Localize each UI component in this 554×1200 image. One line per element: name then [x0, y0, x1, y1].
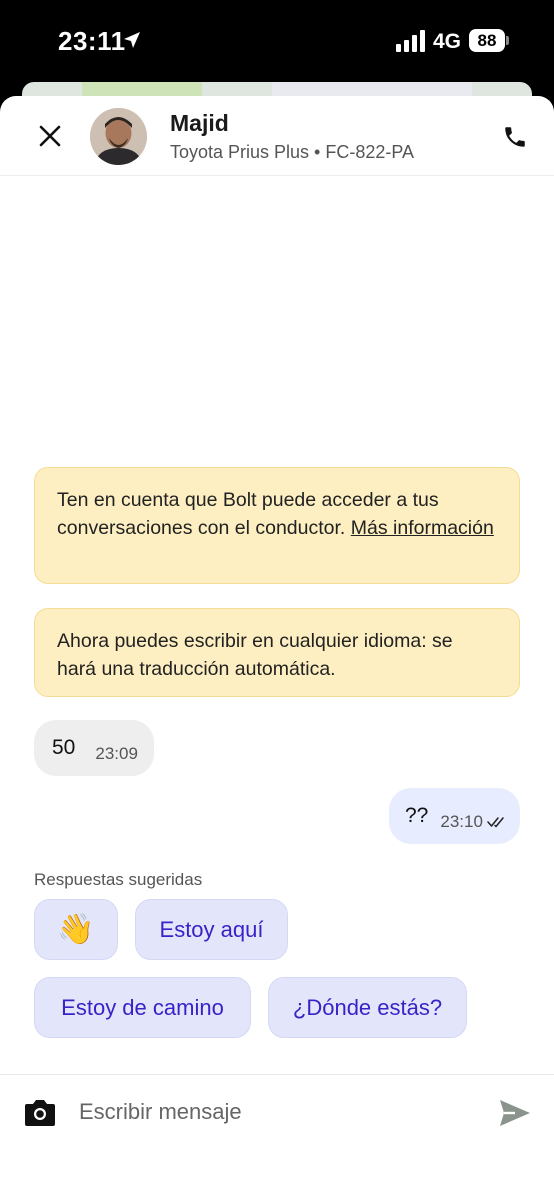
message-text: 50	[52, 736, 76, 759]
driver-name: Majid	[170, 110, 229, 136]
battery-tip	[506, 36, 509, 45]
message-time: 23:10	[440, 812, 483, 831]
chat-sheet: Majid Toyota Prius Plus • FC-822-PA Ten …	[0, 96, 554, 1200]
avatar	[90, 108, 147, 165]
message-text: ??	[405, 804, 429, 827]
message-time: 23:09	[95, 744, 138, 763]
incoming-message: 50 23:09	[34, 720, 154, 776]
privacy-notice: Ten en cuenta que Bolt puede acceder a t…	[34, 467, 520, 584]
send-icon[interactable]	[498, 1097, 532, 1129]
vehicle-info: Toyota Prius Plus • FC-822-PA	[170, 142, 415, 162]
double-check-icon	[487, 817, 504, 828]
phone-icon	[505, 127, 525, 147]
status-time: 23:11	[58, 26, 126, 56]
more-info-link[interactable]: Más información	[351, 517, 494, 539]
suggested-replies-label: Respuestas sugeridas	[34, 870, 203, 889]
camera-icon[interactable]	[24, 1097, 56, 1127]
translation-notice: Ahora puedes escribir en cualquier idiom…	[34, 608, 520, 697]
translation-notice-text: Ahora puedes escribir en cualquier idiom…	[57, 630, 453, 680]
status-bar: 23:11 4G 88	[0, 0, 554, 84]
suggestion-where-are-you[interactable]: ¿Dónde estás?	[268, 977, 467, 1038]
close-icon	[39, 125, 61, 147]
signal-icon	[396, 30, 425, 52]
suggestion-wave[interactable]: 👋	[34, 899, 118, 960]
message-composer	[0, 1074, 554, 1200]
outgoing-message: ?? 23:10	[389, 788, 520, 844]
suggestion-im-here[interactable]: Estoy aquí	[135, 899, 288, 960]
location-arrow-icon	[124, 32, 140, 48]
suggestion-on-my-way[interactable]: Estoy de camino	[34, 977, 251, 1038]
call-button[interactable]	[498, 120, 532, 154]
battery-icon: 88	[469, 29, 505, 52]
message-input[interactable]	[79, 1093, 469, 1131]
chat-header: Majid Toyota Prius Plus • FC-822-PA	[0, 96, 554, 176]
close-button[interactable]	[32, 118, 68, 154]
network-label: 4G	[433, 30, 462, 53]
